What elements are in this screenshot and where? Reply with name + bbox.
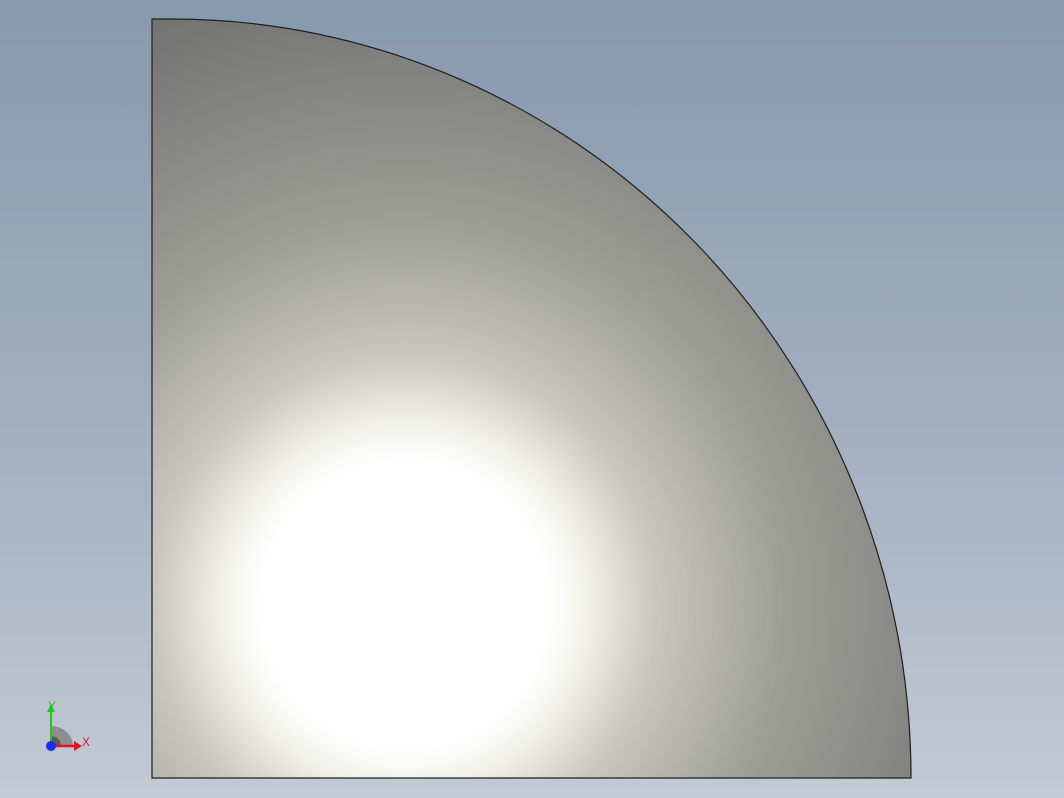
- x-axis-label: X: [82, 735, 91, 749]
- y-axis-label: Y: [48, 699, 57, 713]
- quarter-disc-face[interactable]: [151, 18, 912, 779]
- graphics-viewport[interactable]: X Y: [0, 0, 1064, 798]
- z-axis-origin: [46, 741, 56, 751]
- model-view[interactable]: [0, 0, 1064, 798]
- coordinate-triad: X Y: [34, 696, 98, 756]
- x-axis-arrowhead: [74, 741, 82, 751]
